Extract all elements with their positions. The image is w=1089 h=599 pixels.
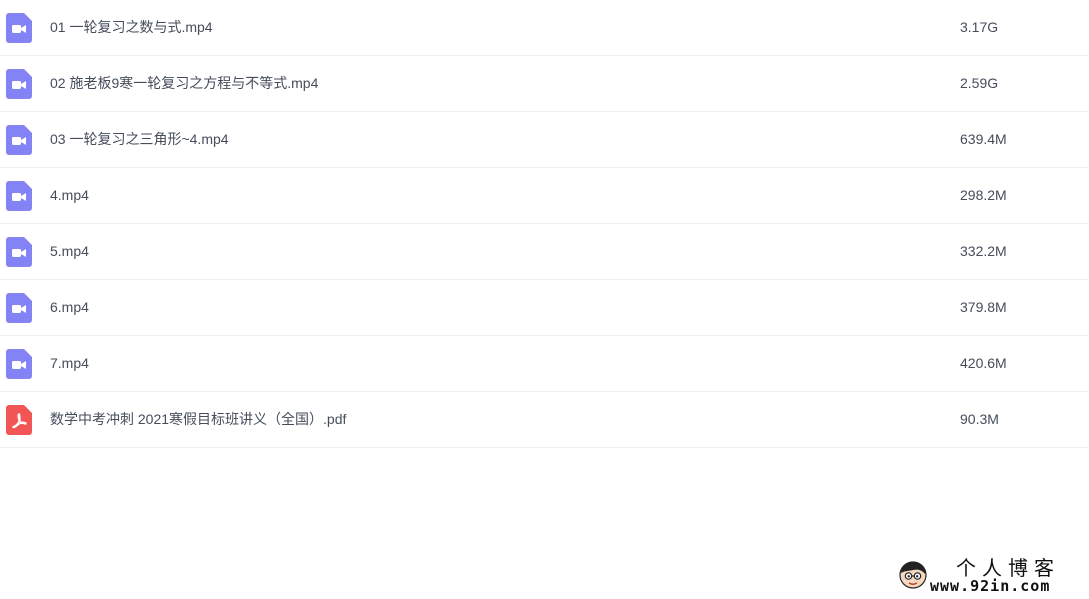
file-size: 332.2M xyxy=(960,243,1007,259)
file-size: 379.8M xyxy=(960,299,1007,315)
file-row[interactable]: 02 施老板9寒一轮复习之方程与不等式.mp4 2.59G xyxy=(0,56,1089,112)
video-file-icon xyxy=(6,237,32,267)
blog-watermark: 个人博客 www.92in.com xyxy=(896,556,1086,596)
file-row[interactable]: 4.mp4 298.2M xyxy=(0,168,1089,224)
file-size: 2.59G xyxy=(960,75,999,91)
file-name[interactable]: 7.mp4 xyxy=(50,336,89,391)
file-row[interactable]: 01 一轮复习之数与式.mp4 3.17G xyxy=(0,0,1089,56)
video-file-icon xyxy=(6,13,32,43)
cartoon-avatar-icon xyxy=(898,560,928,590)
video-file-icon xyxy=(6,125,32,155)
file-size: 639.4M xyxy=(960,131,1007,147)
file-row[interactable]: 03 一轮复习之三角形~4.mp4 639.4M xyxy=(0,112,1089,168)
file-list: 01 一轮复习之数与式.mp4 3.17G 02 施老板9寒一轮复习之方程与不等… xyxy=(0,0,1089,448)
video-file-icon xyxy=(6,293,32,323)
file-row[interactable]: 5.mp4 332.2M xyxy=(0,224,1089,280)
video-file-icon xyxy=(6,349,32,379)
file-name[interactable]: 01 一轮复习之数与式.mp4 xyxy=(50,0,213,55)
file-name[interactable]: 03 一轮复习之三角形~4.mp4 xyxy=(50,112,229,167)
video-file-icon xyxy=(6,181,32,211)
file-size: 298.2M xyxy=(960,187,1007,203)
file-row[interactable]: 数学中考冲刺 2021寒假目标班讲义（全国）.pdf 90.3M xyxy=(0,392,1089,448)
file-row[interactable]: 6.mp4 379.8M xyxy=(0,280,1089,336)
file-size: 420.6M xyxy=(960,355,1007,371)
video-file-icon xyxy=(6,69,32,99)
file-size: 90.3M xyxy=(960,411,999,427)
file-row[interactable]: 7.mp4 420.6M xyxy=(0,336,1089,392)
watermark-url: www.92in.com xyxy=(930,577,1051,595)
file-name[interactable]: 6.mp4 xyxy=(50,280,89,335)
file-name[interactable]: 5.mp4 xyxy=(50,224,89,279)
file-name[interactable]: 4.mp4 xyxy=(50,168,89,223)
file-name[interactable]: 02 施老板9寒一轮复习之方程与不等式.mp4 xyxy=(50,56,318,111)
file-name[interactable]: 数学中考冲刺 2021寒假目标班讲义（全国）.pdf xyxy=(50,392,346,447)
file-size: 3.17G xyxy=(960,19,999,35)
pdf-file-icon xyxy=(6,405,32,435)
